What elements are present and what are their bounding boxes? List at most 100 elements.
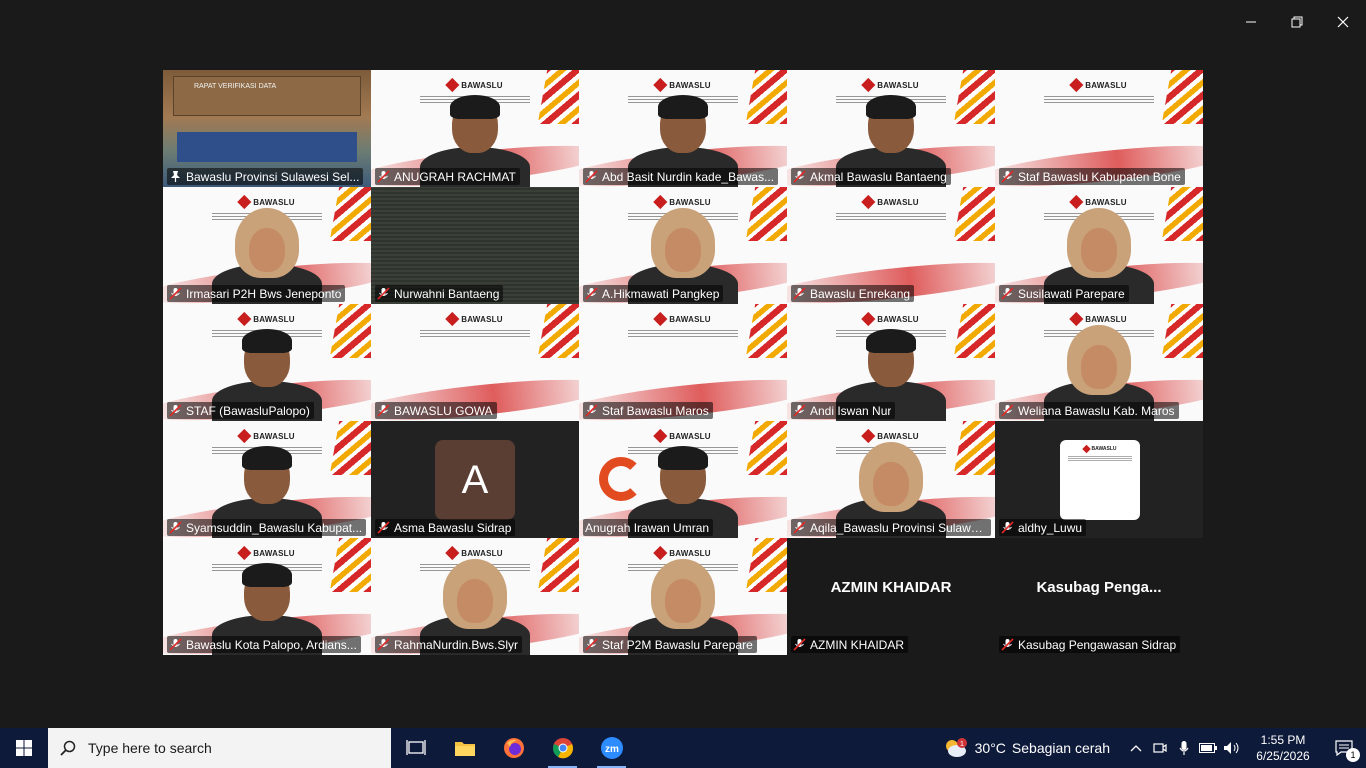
task-view-button[interactable]: [391, 728, 440, 768]
battery-button[interactable]: [1196, 728, 1220, 768]
participant-tile[interactable]: AZMIN KHAIDAR AZMIN KHAIDAR: [787, 538, 995, 655]
participant-name: Nurwahni Bantaeng: [394, 286, 500, 301]
participant-tile[interactable]: BAWASLU Bawaslu Kota Palopo, Ardians...: [163, 538, 371, 655]
muted-mic-icon: [169, 521, 182, 534]
search-icon: [60, 740, 76, 756]
action-center-button[interactable]: 1: [1322, 728, 1366, 768]
taskbar-search-box[interactable]: Type here to search: [48, 728, 391, 768]
bawaslu-logo-icon: [445, 545, 460, 561]
taskbar-clock[interactable]: 1:55 PM 6/25/2026: [1244, 732, 1322, 764]
participant-tile[interactable]: Kasubag Penga... Kasubag Pengawasan Sidra…: [995, 538, 1203, 655]
start-button[interactable]: [0, 728, 48, 768]
volume-button[interactable]: [1220, 728, 1244, 768]
participant-tile[interactable]: BAWASLU Bawaslu Enrekang: [787, 187, 995, 304]
pin-icon: [171, 171, 180, 182]
participant-tile[interactable]: RAPAT VERIFIKASI DATA Bawaslu Provinsi Su…: [163, 70, 371, 187]
muted-mic-icon: [377, 404, 390, 417]
participant-tile[interactable]: BAWASLU A.Hikmawati Pangkep: [579, 187, 787, 304]
participant-tile[interactable]: BAWASLU Staf P2M Bawaslu Parepare: [579, 538, 787, 655]
meet-now-button[interactable]: [1148, 728, 1172, 768]
muted-mic-icon: [793, 170, 806, 183]
profile-picture: BAWASLU: [1060, 440, 1140, 520]
participant-name: BAWASLU GOWA: [394, 403, 493, 418]
participant-tile[interactable]: BAWASLU Anugrah Irawan Umran: [579, 421, 787, 538]
weather-widget[interactable]: 1 30°C Sebagian cerah: [943, 737, 1110, 759]
participant-name: Kasubag Pengawasan Sidrap: [1018, 637, 1177, 652]
windows-logo-icon: [16, 740, 32, 756]
zoom-meeting-window: RAPAT VERIFIKASI DATA Bawaslu Provinsi Su…: [0, 0, 1366, 728]
participant-tile[interactable]: BAWASLU RahmaNurdin.Bws.Slyr: [371, 538, 579, 655]
participant-tile[interactable]: BAWASLU aldhy_Luwu: [995, 421, 1203, 538]
notification-badge: 1: [1346, 748, 1360, 762]
participant-name-tag: Weliana Bawaslu Kab. Maros: [999, 402, 1179, 419]
display-name: AZMIN KHAIDAR: [830, 579, 952, 596]
muted-mic-icon: [1001, 287, 1014, 300]
participant-name-tag: Kasubag Pengawasan Sidrap: [999, 636, 1181, 653]
participant-name-tag: Staf Bawaslu Maros: [583, 402, 713, 419]
participant-tile[interactable]: A Asma Bawaslu Sidrap: [371, 421, 579, 538]
banner-logo-text: BAWASLU: [253, 431, 295, 441]
file-explorer-button[interactable]: [440, 728, 489, 768]
weather-cloud-sun-icon: 1: [945, 738, 967, 757]
participant-name: Staf Bawaslu Kabupaten Bone: [1018, 169, 1181, 184]
participant-tile[interactable]: BAWASLU Staf Bawaslu Maros: [579, 304, 787, 421]
muted-mic-icon: [377, 170, 390, 183]
bawaslu-logo-icon: [653, 311, 668, 327]
banner-logo-text: BAWASLU: [461, 314, 503, 324]
close-button[interactable]: [1320, 8, 1366, 36]
muted-mic-icon: [793, 521, 806, 534]
zoom-taskbar-button[interactable]: zm: [587, 728, 636, 768]
muted-mic-icon: [169, 638, 182, 651]
restore-icon: [1291, 16, 1303, 28]
microphone-tray-button[interactable]: [1172, 728, 1196, 768]
restore-button[interactable]: [1274, 8, 1320, 36]
participant-tile[interactable]: BAWASLU Staf Bawaslu Kabupaten Bone: [995, 70, 1203, 187]
show-hidden-icons-button[interactable]: [1124, 728, 1148, 768]
banner-logo-text: BAWASLU: [461, 80, 503, 90]
firefox-icon: [503, 738, 524, 758]
weather-temp: 30°C: [974, 740, 1006, 756]
participant-tile[interactable]: BAWASLU Weliana Bawaslu Kab. Maros: [995, 304, 1203, 421]
participant-tile[interactable]: BAWASLU Abd Basit Nurdin kade_Bawas...: [579, 70, 787, 187]
participant-tile[interactable]: BAWASLU Aqila_Bawaslu Provinsi Sulawe...: [787, 421, 995, 538]
bawaslu-logo-icon: [861, 77, 876, 93]
participant-tile[interactable]: BAWASLU BAWASLU GOWA: [371, 304, 579, 421]
participant-name-tag: Akmal Bawaslu Bantaeng: [791, 168, 951, 185]
participant-name-tag: Bawaslu Enrekang: [791, 285, 915, 302]
banner-logo-text: BAWASLU: [253, 197, 295, 207]
muted-mic-icon: [793, 638, 806, 651]
participant-name-tag: Nurwahni Bantaeng: [375, 285, 504, 302]
participant-name: Bawaslu Provinsi Sulawesi Sel...: [186, 169, 360, 184]
banner-logo-text: BAWASLU: [669, 197, 711, 207]
banner-logo-text: BAWASLU: [877, 80, 919, 90]
minimize-button[interactable]: [1228, 8, 1274, 36]
participant-name: RahmaNurdin.Bws.Slyr: [394, 637, 519, 652]
banner-logo-text: BAWASLU: [253, 314, 295, 324]
participant-name-tag: Asma Bawaslu Sidrap: [375, 519, 516, 536]
participant-name-tag: A.Hikmawati Pangkep: [583, 285, 724, 302]
muted-mic-icon: [793, 404, 806, 417]
participant-tile[interactable]: BAWASLU Syamsuddin_Bawaslu Kabupat...: [163, 421, 371, 538]
participant-tile[interactable]: BAWASLU Irmasari P2H Bws Jeneponto: [163, 187, 371, 304]
bawaslu-logo-icon: [237, 311, 252, 327]
banner-logo-text: BAWASLU: [877, 197, 919, 207]
participant-tile[interactable]: BAWASLU Susilawati Parepare: [995, 187, 1203, 304]
banner-logo-text: BAWASLU: [669, 80, 711, 90]
participant-name-tag: Anugrah Irawan Umran: [583, 519, 714, 536]
participant-name-tag: Staf Bawaslu Kabupaten Bone: [999, 168, 1185, 185]
participant-name-tag: ANUGRAH RACHMAT: [375, 168, 520, 185]
chrome-icon: [552, 738, 573, 759]
participant-name: Asma Bawaslu Sidrap: [394, 520, 512, 535]
firefox-button[interactable]: [489, 728, 538, 768]
webcam-icon: [1153, 743, 1167, 753]
participant-name: Anugrah Irawan Umran: [585, 520, 710, 535]
participant-tile[interactable]: BAWASLU ANUGRAH RACHMAT: [371, 70, 579, 187]
participant-tile[interactable]: BAWASLU Andi Iswan Nur: [787, 304, 995, 421]
chrome-button[interactable]: [538, 728, 587, 768]
participant-name-tag: STAF (BawasluPalopo): [167, 402, 314, 419]
participant-tile[interactable]: BAWASLU Akmal Bawaslu Bantaeng: [787, 70, 995, 187]
muted-mic-icon: [169, 404, 182, 417]
participant-tile[interactable]: BAWASLU STAF (BawasluPalopo): [163, 304, 371, 421]
participant-name-tag: Staf P2M Bawaslu Parepare: [583, 636, 757, 653]
participant-tile[interactable]: Nurwahni Bantaeng: [371, 187, 579, 304]
